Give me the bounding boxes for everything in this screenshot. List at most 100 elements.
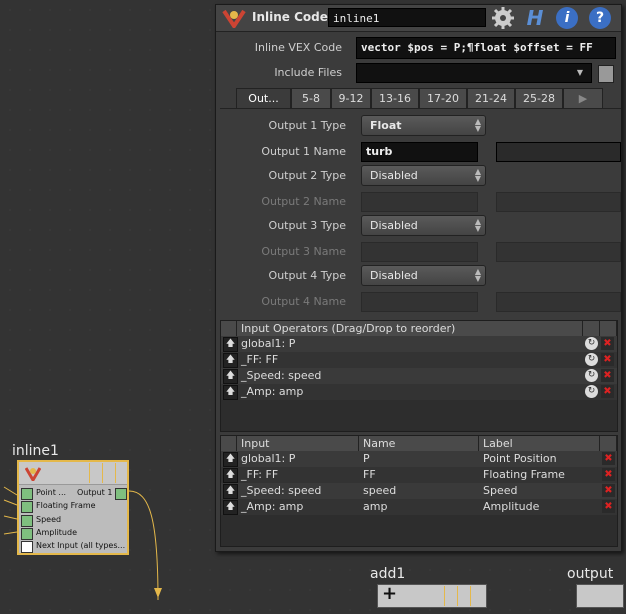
output-3-type-label: Output 3 Type: [268, 219, 346, 232]
table-cell-label[interactable]: Speed: [479, 483, 599, 499]
help-question-icon[interactable]: ?: [589, 7, 611, 29]
tab-scroll-right-icon[interactable]: ▶: [563, 88, 603, 109]
input-port[interactable]: [21, 541, 33, 553]
node-output-label: Output 1: [77, 488, 113, 497]
list-item[interactable]: 🡅 _Amp: amp ↻ ✖: [221, 384, 617, 400]
output-2-type-value: Disabled: [370, 169, 418, 182]
delete-icon[interactable]: ✖: [602, 452, 615, 465]
node-flag-display[interactable]: [458, 586, 471, 606]
tab-17-20[interactable]: 17-20: [419, 88, 467, 109]
vex-logo-icon: [25, 467, 41, 481]
output-1-type-menu[interactable]: Float ▲ ▼: [361, 115, 486, 136]
arrow-up-icon[interactable]: 🡅: [223, 484, 238, 499]
panel-title: Inline Code: [252, 10, 328, 24]
input-port[interactable]: [21, 488, 33, 500]
delete-icon[interactable]: ✖: [601, 369, 614, 382]
output-2-type-label: Output 2 Type: [268, 169, 346, 182]
add-node-name: add1: [370, 566, 406, 582]
table-row[interactable]: 🡅 _Speed: speed speed Speed ✖: [221, 483, 617, 499]
arrow-up-icon[interactable]: 🡅: [223, 369, 238, 384]
jump-icon[interactable]: ↻: [585, 353, 598, 366]
table-cell-name[interactable]: speed: [359, 483, 479, 499]
node-flag-display[interactable]: [103, 463, 116, 483]
arrow-up-icon[interactable]: 🡅: [223, 353, 238, 368]
vex-code-field[interactable]: vector $pos = P;¶float $offset = FF: [356, 37, 616, 59]
delete-icon[interactable]: ✖: [601, 353, 614, 366]
arrow-up-icon[interactable]: 🡅: [223, 385, 238, 400]
list-item[interactable]: 🡅 _Speed: speed ↻ ✖: [221, 368, 617, 384]
table-cell-name[interactable]: P: [359, 451, 479, 467]
node-flag-bypass[interactable]: [444, 586, 458, 606]
output-1-name-field[interactable]: turb: [361, 142, 478, 162]
file-browse-icon[interactable]: [598, 65, 614, 83]
table-cell-name[interactable]: FF: [359, 467, 479, 483]
inputs-table[interactable]: Input Name Label 🡅 global1: P P Point Po…: [220, 435, 618, 547]
delete-icon[interactable]: ✖: [601, 337, 614, 350]
output-4-name-label: Output 4 Name: [261, 295, 346, 308]
tab-5-8[interactable]: 5-8: [291, 88, 331, 109]
list-item[interactable]: 🡅 _FF: FF ↻ ✖: [221, 352, 617, 368]
chevron-down-icon[interactable]: ▼: [572, 65, 588, 81]
inline-node-name: inline1: [12, 443, 59, 459]
output-node[interactable]: [576, 584, 624, 608]
tab-25-28[interactable]: 25-28: [515, 88, 563, 109]
add-node[interactable]: +: [377, 583, 487, 608]
updown-arrow-icon: ▲ ▼: [474, 167, 481, 183]
tab-outputs[interactable]: Out...: [236, 88, 291, 109]
column-header-name: Name: [359, 436, 479, 451]
table-cell-name[interactable]: amp: [359, 499, 479, 515]
vex-code-label: Inline VEX Code: [254, 41, 342, 54]
node-input-label: Floating Frame: [36, 501, 96, 510]
arrow-up-icon[interactable]: 🡅: [223, 500, 238, 515]
column-header-blank: [221, 321, 237, 336]
jump-icon[interactable]: ↻: [585, 385, 598, 398]
input-operator-label: _Amp: amp: [241, 385, 304, 398]
output-4-type-label: Output 4 Type: [268, 269, 346, 282]
table-cell-label[interactable]: Floating Frame: [479, 467, 599, 483]
info-icon[interactable]: i: [556, 7, 578, 29]
table-row[interactable]: 🡅 global1: P P Point Position ✖: [221, 451, 617, 467]
input-operators-list[interactable]: Input Operators (Drag/Drop to reorder) 🡅…: [220, 320, 618, 432]
output-2-type-menu[interactable]: Disabled ▲ ▼: [361, 165, 486, 186]
arrow-up-icon[interactable]: 🡅: [223, 452, 238, 467]
output-3-name-label: Output 3 Name: [261, 245, 346, 258]
node-flag-bypass[interactable]: [89, 463, 103, 483]
help-h-icon[interactable]: H: [524, 7, 546, 29]
include-files-field[interactable]: [356, 63, 592, 83]
arrow-up-icon[interactable]: 🡅: [223, 337, 238, 352]
output-2-name-label: Output 2 Name: [261, 195, 346, 208]
jump-icon[interactable]: ↻: [585, 337, 598, 350]
delete-icon[interactable]: ✖: [602, 468, 615, 481]
output-1-type-label: Output 1 Type: [268, 119, 346, 132]
node-input-label: Next Input (all types...: [36, 541, 126, 550]
add-node-symbol: +: [382, 583, 398, 604]
list-item[interactable]: 🡅 global1: P ↻ ✖: [221, 336, 617, 352]
table-row[interactable]: 🡅 _FF: FF FF Floating Frame ✖: [221, 467, 617, 483]
delete-icon[interactable]: ✖: [602, 500, 615, 513]
updown-arrow-icon: ▲ ▼: [474, 217, 481, 233]
input-port[interactable]: [21, 501, 33, 513]
table-cell-label[interactable]: Point Position: [479, 451, 599, 467]
output-3-type-menu[interactable]: Disabled ▲ ▼: [361, 215, 486, 236]
table-row[interactable]: 🡅 _Amp: amp amp Amplitude ✖: [221, 499, 617, 515]
input-port[interactable]: [21, 515, 33, 527]
table-cell-label[interactable]: Amplitude: [479, 499, 599, 515]
tab-9-12[interactable]: 9-12: [331, 88, 371, 109]
tab-21-24[interactable]: 21-24: [467, 88, 515, 109]
output-4-type-menu[interactable]: Disabled ▲ ▼: [361, 265, 486, 286]
arrow-up-icon[interactable]: 🡅: [223, 468, 238, 483]
delete-icon[interactable]: ✖: [602, 484, 615, 497]
node-name-field[interactable]: inline1: [328, 8, 486, 27]
tab-13-16[interactable]: 13-16: [371, 88, 419, 109]
delete-icon[interactable]: ✖: [601, 385, 614, 398]
column-header-input: Input: [237, 436, 359, 451]
gear-icon[interactable]: [492, 7, 514, 29]
output-port[interactable]: [115, 488, 127, 500]
column-header-label: Label: [479, 436, 600, 451]
output-3-label-field: [496, 242, 621, 262]
jump-icon[interactable]: ↻: [585, 369, 598, 382]
output-1-label-field[interactable]: [496, 142, 621, 162]
inline-node[interactable]: Point ... Output 1 Floating Frame Speed …: [17, 460, 129, 555]
input-port[interactable]: [21, 528, 33, 540]
output-1-name-label: Output 1 Name: [261, 145, 346, 158]
